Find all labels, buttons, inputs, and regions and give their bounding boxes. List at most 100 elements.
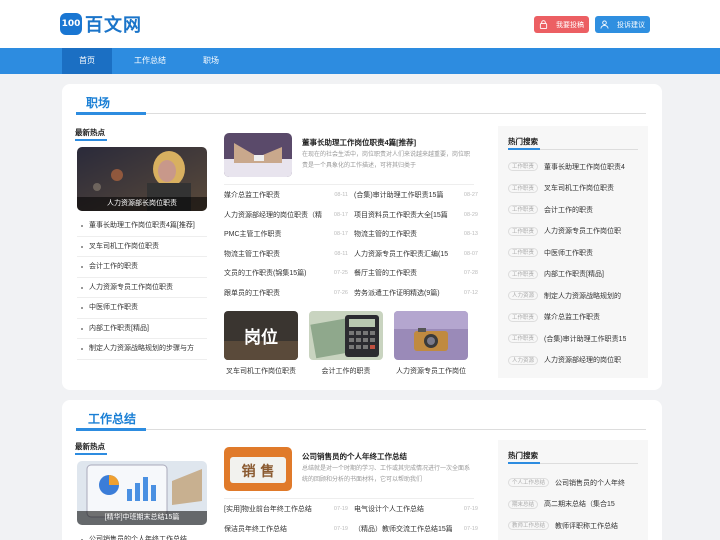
thumbnail-accounting[interactable] xyxy=(309,311,383,360)
nav-workplace[interactable]: 职场 xyxy=(188,48,234,74)
feature-title[interactable]: 董事长助理工作岗位职责4篇[推荐] xyxy=(302,137,416,148)
category-tag[interactable]: 工作职责 xyxy=(508,312,539,322)
list-item[interactable]: 制定人力资源战略规划的步骤与方 xyxy=(77,339,207,360)
table-row[interactable]: (合集)审计助理工作职责15篇 08-27 xyxy=(354,186,478,206)
search-term[interactable]: 人力资源专员工作岗位职 xyxy=(544,226,621,236)
feature-image[interactable] xyxy=(224,133,292,177)
nav-home[interactable]: 首页 xyxy=(62,48,112,74)
table-row[interactable]: 劳务派遣工作证明精选(9篇) 07-12 xyxy=(354,284,478,304)
table-row[interactable]: 跟单员的工作职责 07-26 xyxy=(224,284,348,304)
search-term[interactable]: 制定人力资源战略规划的 xyxy=(544,291,621,301)
category-tag[interactable]: 工作职责 xyxy=(508,183,539,193)
article-title[interactable]: 媒介总监工作职责 xyxy=(224,186,280,206)
category-tag[interactable]: 工作职责 xyxy=(508,205,539,215)
table-row[interactable]: 文员的工作职责(锦集15篇) 07-25 xyxy=(224,264,348,284)
submit-article-button[interactable]: 我要投稿 xyxy=(534,16,589,33)
search-term[interactable]: 董事长助理工作岗位职责4 xyxy=(544,162,625,172)
thumbnail-caption[interactable]: 会计工作的职责 xyxy=(301,366,391,376)
table-row[interactable]: 保洁员年终工作总结 07-19 xyxy=(224,520,348,540)
thumbnail-hr[interactable] xyxy=(394,311,468,360)
feature-title[interactable]: 公司销售员的个人年终工作总结 xyxy=(302,451,407,462)
list-item[interactable]: 工作职责 媒介总监工作职责 xyxy=(508,307,648,329)
list-item[interactable]: 教师工作总结 教师评职称工作总结 xyxy=(508,515,648,537)
list-item[interactable]: 工作职责 人力资源专员工作岗位职 xyxy=(508,221,648,243)
table-row[interactable]: （精品）教师交流工作总结15篇 07-19 xyxy=(354,520,478,540)
article-title[interactable]: 跟单员的工作职责 xyxy=(224,284,280,304)
article-title[interactable]: [实用]物业前台年终工作总结 xyxy=(224,500,312,520)
thumbnail-forklift[interactable]: 岗位 xyxy=(224,311,298,360)
search-term[interactable]: 人力资源部经理的岗位职 xyxy=(544,355,621,365)
table-row[interactable]: 电气设计个人工作总结 07-19 xyxy=(354,500,478,520)
article-title[interactable]: 人力资源专员工作职责汇编(15 xyxy=(354,245,448,265)
list-item[interactable]: 公司销售员的个人年终工作总结 xyxy=(77,530,207,540)
hot-feature-image[interactable]: [精华]中班期末总结15篇 xyxy=(77,461,207,525)
table-row[interactable]: 媒介总监工作职责 08-11 xyxy=(224,186,348,206)
category-tag[interactable]: 期末总结 xyxy=(508,499,539,509)
article-title[interactable]: 保洁员年终工作总结 xyxy=(224,520,287,540)
article-title[interactable]: 项目资料员工作职责大全[15篇 xyxy=(354,206,448,226)
search-term[interactable]: 叉车司机工作岗位职责 xyxy=(544,183,614,193)
category-tag[interactable]: 工作职责 xyxy=(508,248,539,258)
table-row[interactable]: 物流主管工作职责 08-11 xyxy=(224,245,348,265)
site-logo[interactable]: 100 百文网 xyxy=(60,11,142,37)
list-item[interactable]: 工作职责 (合集)审计助理工作职责15 xyxy=(508,328,648,350)
list-item[interactable]: 中医师工作职责 xyxy=(77,298,207,319)
search-term[interactable]: 高二期末总结（集合15 xyxy=(544,499,615,509)
table-row[interactable]: PMC主管工作职责 08-17 xyxy=(224,225,348,245)
category-tag[interactable]: 工作职责 xyxy=(508,334,539,344)
article-title[interactable]: （精品）教师交流工作总结15篇 xyxy=(354,520,452,540)
nav-work-summary[interactable]: 工作总结 xyxy=(122,48,178,74)
list-item[interactable]: 人力资源 人力资源部经理的岗位职 xyxy=(508,350,648,372)
search-term[interactable]: 媒介总监工作职责 xyxy=(544,312,600,322)
list-item[interactable]: 工作职责 中医师工作职责 xyxy=(508,242,648,264)
list-item[interactable]: 叉车司机工作岗位职责 xyxy=(77,237,207,257)
article-title[interactable]: 人力资源部经理的岗位职责（精 xyxy=(224,206,322,226)
article-title[interactable]: 物流主管的工作职责 xyxy=(354,225,417,245)
hot-feature-image[interactable]: 人力资源部长岗位职责 xyxy=(77,147,207,211)
list-item[interactable]: 董事长助理工作岗位职责4篇[推荐] xyxy=(77,216,207,237)
table-row[interactable]: 人力资源部经理的岗位职责（精 08-17 xyxy=(224,206,348,226)
search-term[interactable]: 中医师工作职责 xyxy=(544,248,593,258)
category-tag[interactable]: 人力资源 xyxy=(508,355,539,365)
search-term[interactable]: 内部工作职责[精品] xyxy=(544,269,604,279)
feature-image[interactable]: 销 售 xyxy=(224,447,292,491)
article-title[interactable]: 餐厅主管的工作职责 xyxy=(354,264,417,284)
list-item[interactable]: 工作职责 会计工作的职责 xyxy=(508,199,648,221)
search-term[interactable]: 会计工作的职责 xyxy=(544,205,593,215)
article-title[interactable]: 电气设计个人工作总结 xyxy=(354,500,424,520)
search-term[interactable]: 教师评职称工作总结 xyxy=(555,521,618,531)
thumbnail-caption[interactable]: 叉车司机工作岗位职责 xyxy=(216,366,306,376)
section-title[interactable]: 职场 xyxy=(86,94,110,111)
category-tag[interactable]: 工作职责 xyxy=(508,226,539,236)
article-title[interactable]: PMC主管工作职责 xyxy=(224,225,282,245)
table-row[interactable]: 餐厅主管的工作职责 07-28 xyxy=(354,264,478,284)
category-tag[interactable]: 教师工作总结 xyxy=(508,521,550,531)
list-item[interactable]: 期末总结 高二期末总结（集合15 xyxy=(508,494,648,516)
search-term[interactable]: 公司销售员的个人年终 xyxy=(555,478,625,488)
article-title[interactable]: 文员的工作职责(锦集15篇) xyxy=(224,264,306,284)
table-row[interactable]: 人力资源专员工作职责汇编(15 08-07 xyxy=(354,245,478,265)
table-row[interactable]: [实用]物业前台年终工作总结 07-19 xyxy=(224,500,348,520)
article-title[interactable]: 物流主管工作职责 xyxy=(224,245,280,265)
list-item[interactable]: 工作职责 董事长助理工作岗位职责4 xyxy=(508,156,648,178)
article-title[interactable]: 劳务派遣工作证明精选(9篇) xyxy=(354,284,440,304)
section-title[interactable]: 工作总结 xyxy=(88,410,136,427)
feedback-button[interactable]: 投诉建议 xyxy=(595,16,650,33)
list-item[interactable]: 内部工作职责[精品] xyxy=(77,319,207,339)
list-item[interactable]: 人力资源专员工作岗位职责 xyxy=(77,278,207,298)
category-tag[interactable]: 工作职责 xyxy=(508,162,539,172)
thumbnail-caption[interactable]: 人力资源专员工作岗位 xyxy=(386,366,476,376)
list-item[interactable]: 个人工作总结 公司销售员的个人年终 xyxy=(508,472,648,494)
list-item[interactable]: 工作职责 叉车司机工作岗位职责 xyxy=(508,178,648,200)
table-row[interactable]: 项目资料员工作职责大全[15篇 08-29 xyxy=(354,206,478,226)
article-title[interactable]: (合集)审计助理工作职责15篇 xyxy=(354,186,443,206)
table-row[interactable]: 物流主管的工作职责 08-13 xyxy=(354,225,478,245)
list-item[interactable]: 会计工作的职责 xyxy=(77,257,207,278)
search-term[interactable]: (合集)审计助理工作职责15 xyxy=(544,334,626,344)
category-tag[interactable]: 工作职责 xyxy=(508,269,539,279)
article-date: 07-12 xyxy=(463,289,478,296)
list-item[interactable]: 人力资源 制定人力资源战略规划的 xyxy=(508,285,648,307)
list-item[interactable]: 工作职责 内部工作职责[精品] xyxy=(508,264,648,286)
category-tag[interactable]: 个人工作总结 xyxy=(508,478,550,488)
category-tag[interactable]: 人力资源 xyxy=(508,291,539,301)
